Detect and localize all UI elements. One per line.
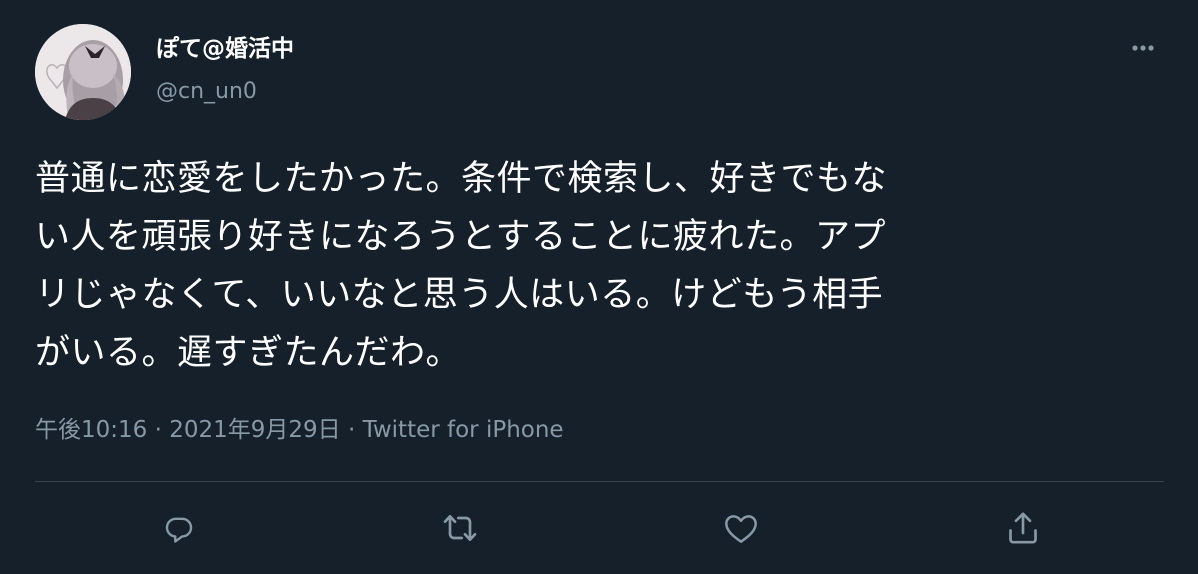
- reply-button[interactable]: [157, 506, 201, 550]
- divider: [35, 481, 1164, 482]
- author-handle[interactable]: @cn_un0: [156, 76, 257, 108]
- tweet-time-link[interactable]: 午後10:16: [35, 417, 147, 443]
- reply-bubble-icon: [165, 517, 193, 543]
- meta-separator: ·: [340, 417, 363, 443]
- retweet-arrows-icon: [443, 515, 477, 541]
- tweet-card: ぽて@婚活中 @cn_un0 普通に恋愛をしたかった。条件で検索し、好きでもな …: [0, 0, 1198, 574]
- share-button[interactable]: [1001, 506, 1045, 550]
- avatar-image: [35, 24, 131, 120]
- tweet-source-link[interactable]: Twitter for iPhone: [363, 417, 564, 443]
- tweet-meta: 午後10:16 · 2021年9月29日 · Twitter for iPhon…: [35, 412, 564, 448]
- retweet-button[interactable]: [438, 506, 482, 550]
- avatar[interactable]: [35, 24, 131, 120]
- like-button[interactable]: [719, 506, 763, 550]
- more-dots-icon: [1132, 45, 1154, 51]
- author-display-name[interactable]: ぽて@婚活中: [156, 32, 294, 66]
- share-upload-icon: [1009, 512, 1037, 544]
- more-options-button[interactable]: [1124, 34, 1162, 62]
- heart-icon: [725, 515, 757, 543]
- meta-separator: ·: [147, 417, 170, 443]
- tweet-text: 普通に恋愛をしたかった。条件で検索し、好きでもな い人を頑張り好きになろうとする…: [35, 159, 888, 373]
- tweet-date-link[interactable]: 2021年9月29日: [169, 417, 340, 443]
